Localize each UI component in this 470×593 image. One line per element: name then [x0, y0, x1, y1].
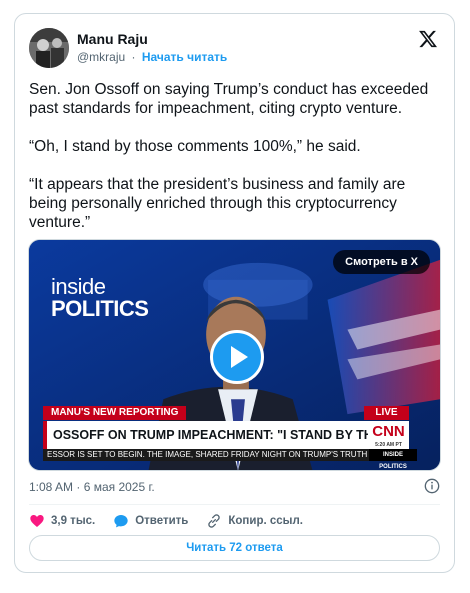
like-count: 3,9 тыс. — [51, 515, 96, 527]
action-bar: 3,9 тыс. Ответить Копир. ссыл. — [29, 511, 321, 531]
play-icon — [231, 346, 248, 368]
play-button[interactable] — [210, 330, 264, 384]
video-media[interactable]: inside POLITICS Смотреть в X MANU'S NEW … — [28, 239, 441, 471]
show-logo: inside POLITICS — [51, 274, 149, 321]
tweet-paragraph: “It appears that the president’s busines… — [29, 176, 406, 231]
separator-dot: · — [131, 50, 136, 64]
tweet-timestamp[interactable]: 1:08 AM · 6 мая 2025 г. — [29, 480, 155, 494]
network-name: CNN — [372, 423, 405, 440]
avatar[interactable] — [29, 28, 69, 68]
live-badge: LIVE — [364, 406, 409, 420]
heart-icon — [30, 515, 44, 527]
copy-link-button[interactable]: Копир. ссыл. — [206, 513, 303, 529]
news-ticker: ESSOR IS SET TO BEGIN. THE IMAGE, SHARED… — [43, 449, 369, 461]
cnn-logo: CNN 5:20 AM PT — [368, 421, 409, 449]
divider — [29, 504, 440, 505]
watch-on-x-button[interactable]: Смотреть в X — [333, 250, 430, 274]
tweet-paragraph: “Oh, I stand by those comments 100%,” he… — [29, 138, 361, 155]
tweet-paragraph: Sen. Jon Ossoff on saying Trump’s conduc… — [29, 81, 429, 117]
banner-top: MANU'S NEW REPORTING — [43, 406, 187, 420]
reply-button[interactable]: Ответить — [113, 513, 188, 529]
network-time: 5:20 AM PT — [375, 442, 402, 448]
info-icon[interactable] — [424, 478, 440, 494]
author-handle-line: @mkraju · Начать читать — [77, 50, 227, 64]
like-button[interactable]: 3,9 тыс. — [29, 513, 95, 529]
x-logo-icon[interactable] — [418, 29, 438, 49]
follow-button[interactable]: Начать читать — [142, 50, 227, 64]
copy-link-label: Копир. ссыл. — [228, 515, 303, 527]
author-handle[interactable]: @mkraju — [77, 50, 125, 64]
tweet-card[interactable]: Manu Raju @mkraju · Начать читать Sen. J… — [14, 13, 455, 573]
headline-banner: OSSOFF ON TRUMP IMPEACHMENT: "I STAND BY… — [43, 421, 368, 449]
ticker-tag: INSIDE POLITICS — [369, 449, 417, 470]
show-title-line1: inside — [51, 274, 106, 299]
reply-label: Ответить — [135, 515, 189, 527]
read-replies-button[interactable]: Читать 72 ответа — [29, 535, 440, 561]
link-icon — [208, 514, 221, 528]
show-title-line2: POLITICS — [51, 296, 149, 321]
comment-icon — [114, 515, 128, 528]
tweet-text: Sen. Jon Ossoff on saying Trump’s conduc… — [29, 80, 445, 251]
author-name[interactable]: Manu Raju — [77, 31, 148, 47]
